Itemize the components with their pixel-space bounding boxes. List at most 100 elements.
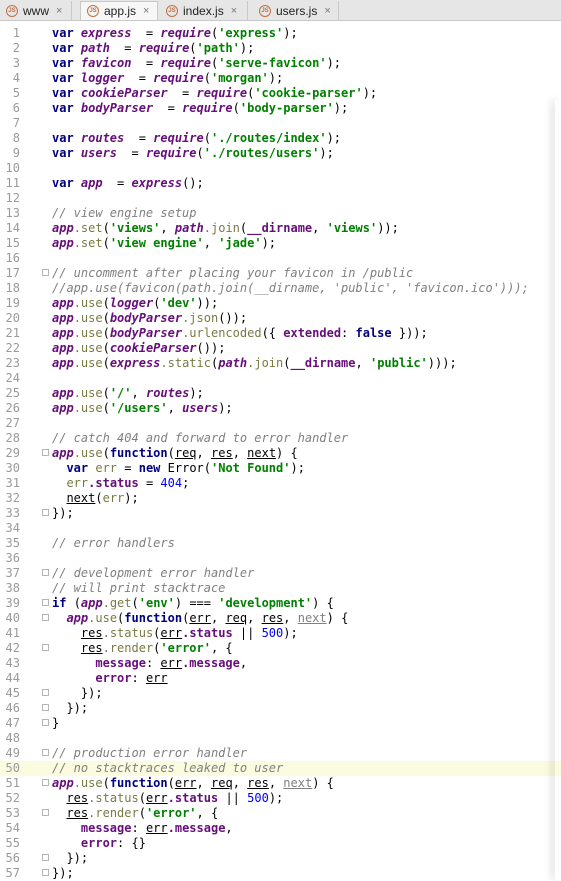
code-line[interactable]: 45 }); — [0, 686, 561, 701]
code-line[interactable]: 31 err.status = 404; — [0, 476, 561, 491]
code-line[interactable]: 36 — [0, 551, 561, 566]
code-line[interactable]: 43 message: err.message, — [0, 656, 561, 671]
code-line[interactable]: 47} — [0, 716, 561, 731]
code-text: err.status = 404; — [66, 476, 190, 490]
code-line[interactable]: 6 var bodyParser = require('body-parser')… — [0, 101, 561, 116]
code-text: }); — [52, 701, 89, 715]
code-line[interactable]: 38 // will print stacktrace — [0, 581, 561, 596]
code-line[interactable]: 25 app.use('/', routes); — [0, 386, 561, 401]
fold-marker-icon[interactable] — [42, 749, 49, 756]
code-text: res.render('error', { — [66, 806, 219, 820]
code-line[interactable]: 17 // uncomment after placing your favico… — [0, 266, 561, 281]
code-line[interactable]: 54 message: err.message, — [0, 821, 561, 836]
code-line[interactable]: 35 // error handlers — [0, 536, 561, 551]
code-line[interactable]: 26 app.use('/users', users); — [0, 401, 561, 416]
fold-marker-icon[interactable] — [42, 614, 49, 621]
code-line[interactable]: 40 app.use(function(err, req, res, next)… — [0, 611, 561, 626]
line-number: 44 — [5, 671, 20, 685]
code-text: var favicon = require('serve-favicon'); — [52, 56, 342, 70]
code-line[interactable]: 34 — [0, 521, 561, 536]
code-line[interactable]: 42 res.render('error', { — [0, 641, 561, 656]
code-text: // catch 404 and forward to error handle… — [52, 431, 349, 445]
code-line[interactable]: 14 app.set('views', path.join(__dirname, … — [0, 221, 561, 236]
tab-app-js[interactable]: JS app.js × — [80, 1, 158, 20]
code-line[interactable]: 30 var err = new Error('Not Found'); — [0, 461, 561, 476]
code-line[interactable]: 12 — [0, 191, 561, 206]
code-line[interactable]: 22 app.use(cookieParser()); — [0, 341, 561, 356]
fold-marker-icon[interactable] — [42, 689, 49, 696]
tab-www[interactable]: JS www × — [0, 1, 72, 20]
code-line[interactable]: 29 app.use(function(req, res, next) { — [0, 446, 561, 461]
fold-marker-icon[interactable] — [42, 704, 49, 711]
code-line[interactable]: 57}); — [0, 866, 561, 881]
code-line[interactable]: 20 app.use(bodyParser.json()); — [0, 311, 561, 326]
fold-marker-icon[interactable] — [42, 779, 49, 786]
code-line[interactable]: 16 — [0, 251, 561, 266]
code-line[interactable]: 55 error: {} — [0, 836, 561, 851]
line-number: 4 — [12, 71, 20, 85]
fold-marker-icon[interactable] — [42, 569, 49, 576]
code-line[interactable]: 53 res.render('error', { — [0, 806, 561, 821]
code-line[interactable]: 37 // development error handler — [0, 566, 561, 581]
line-number: 14 — [5, 221, 20, 235]
code-line[interactable]: 44 error: err — [0, 671, 561, 686]
code-line[interactable]: 23 app.use(express.static(path.join(__dir… — [0, 356, 561, 371]
code-line[interactable]: 3 var favicon = require('serve-favicon'); — [0, 56, 561, 71]
code-line[interactable]: 10 — [0, 161, 561, 176]
code-line[interactable]: 49 // production error handler — [0, 746, 561, 761]
code-editor[interactable]: 1 var express = require('express'); 2 var p… — [0, 26, 561, 881]
line-number: 28 — [5, 431, 20, 445]
code-line[interactable]: 8 var routes = require('./routes/index'); — [0, 131, 561, 146]
close-icon[interactable]: × — [143, 5, 149, 17]
js-file-icon: JS — [87, 5, 99, 17]
code-line[interactable]: 1 var express = require('express'); — [0, 26, 561, 41]
code-line[interactable]: 41 res.status(err.status || 500); — [0, 626, 561, 641]
tab-label: www — [23, 3, 49, 18]
code-text: res.status(err.status || 500); — [80, 626, 298, 640]
js-file-icon: JS — [259, 4, 271, 17]
code-line[interactable]: 46 }); — [0, 701, 561, 716]
fold-marker-icon[interactable] — [42, 449, 49, 456]
code-line[interactable]: 27 — [0, 416, 561, 431]
close-icon[interactable]: × — [231, 5, 237, 17]
fold-marker-icon[interactable] — [42, 809, 49, 816]
code-line[interactable]: 51 app.use(function(err, req, res, next) … — [0, 776, 561, 791]
line-number: 13 — [5, 206, 20, 220]
code-line[interactable]: 9 var users = require('./routes/users'); — [0, 146, 561, 161]
code-line[interactable]: 56 }); — [0, 851, 561, 866]
code-line[interactable]: 19 app.use(logger('dev')); — [0, 296, 561, 311]
code-text: app.set('view engine', 'jade'); — [52, 236, 277, 250]
code-line[interactable]: 32 next(err); — [0, 491, 561, 506]
code-line[interactable]: 28 // catch 404 and forward to error hand… — [0, 431, 561, 446]
code-line[interactable]: 2 var path = require('path'); — [0, 41, 561, 56]
code-line[interactable]: 11 var app = express(); — [0, 176, 561, 191]
code-line[interactable]: 5 var cookieParser = require('cookie-pars… — [0, 86, 561, 101]
code-line[interactable]: 33}); — [0, 506, 561, 521]
fold-marker-icon[interactable] — [42, 719, 49, 726]
code-line[interactable]: 18 //app.use(favicon(path.join(__dirname,… — [0, 281, 561, 296]
code-line[interactable]: 15 app.set('view engine', 'jade'); — [0, 236, 561, 251]
code-line[interactable]: 4 var logger = require('morgan'); — [0, 71, 561, 86]
code-line[interactable]: 21 app.use(bodyParser.urlencoded({ extend… — [0, 326, 561, 341]
code-line[interactable]: 48 — [0, 731, 561, 746]
code-text: //app.use(favicon(path.join(__dirname, '… — [52, 281, 529, 295]
line-number: 11 — [5, 176, 20, 190]
tab-users-js[interactable]: JS users.js × — [253, 1, 339, 20]
code-line[interactable]: 39 if (app.get('env') === 'development') … — [0, 596, 561, 611]
code-line[interactable]: 50 // no stacktraces leaked to user — [0, 761, 561, 776]
code-line[interactable]: 24 — [0, 371, 561, 386]
code-text: }); — [52, 686, 103, 700]
fold-marker-icon[interactable] — [42, 854, 49, 861]
fold-marker-icon[interactable] — [42, 644, 49, 651]
tab-index-js[interactable]: JS index.js × — [160, 1, 248, 20]
fold-marker-icon[interactable] — [42, 269, 49, 276]
code-line[interactable]: 7 — [0, 116, 561, 131]
code-text: var users = require('./routes/users'); — [52, 146, 334, 160]
close-icon[interactable]: × — [324, 5, 330, 17]
code-line[interactable]: 52 res.status(err.status || 500); — [0, 791, 561, 806]
fold-marker-icon[interactable] — [42, 509, 49, 516]
close-icon[interactable]: × — [56, 5, 62, 17]
fold-marker-icon[interactable] — [42, 599, 49, 606]
code-line[interactable]: 13 // view engine setup — [0, 206, 561, 221]
line-number: 23 — [5, 356, 20, 370]
